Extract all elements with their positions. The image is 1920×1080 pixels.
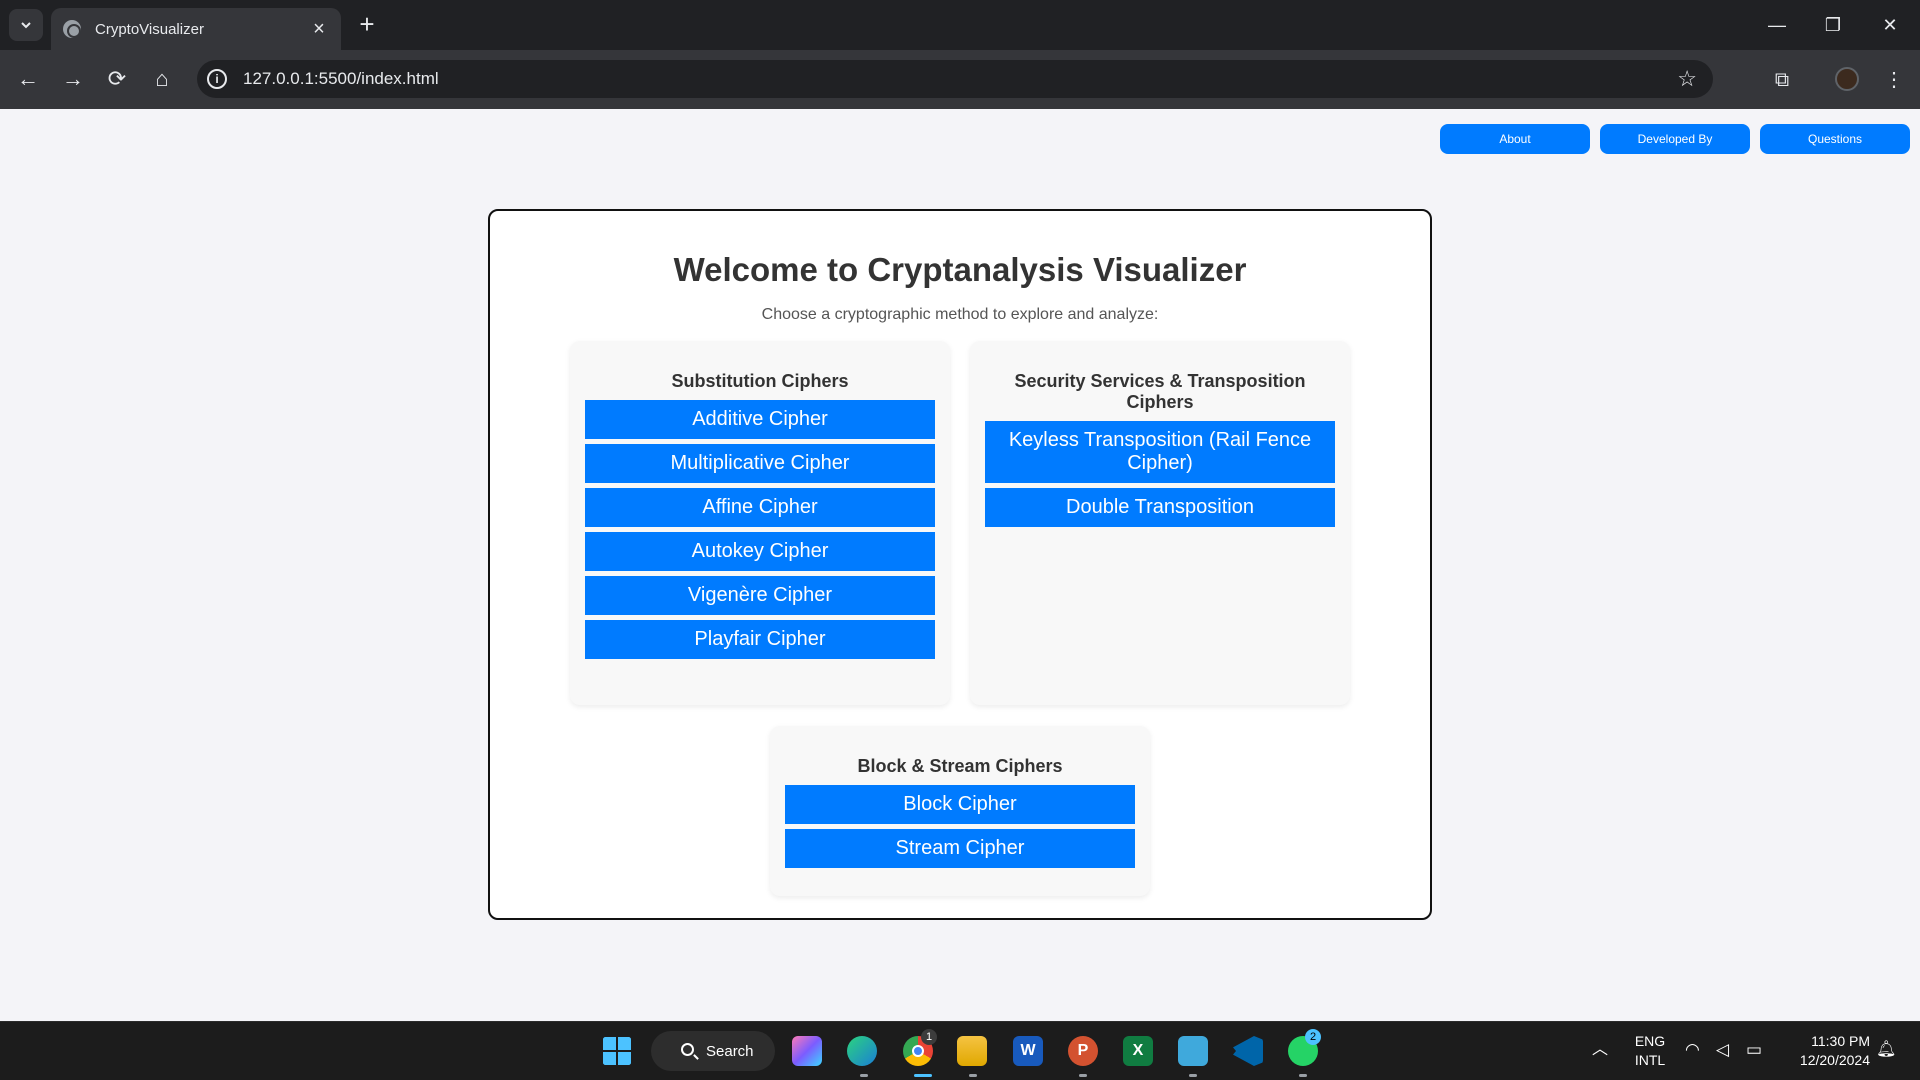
browser-tab[interactable]: CryptoVisualizer × — [51, 8, 341, 50]
whatsapp-badge: 2 — [1305, 1029, 1321, 1045]
chrome-badge: 1 — [921, 1029, 937, 1045]
edge-icon[interactable] — [847, 1036, 877, 1066]
double-transposition-button[interactable]: Double Transposition — [985, 488, 1335, 527]
chevron-down-icon — [21, 22, 31, 29]
back-icon[interactable]: ← — [12, 63, 44, 95]
autokey-cipher-button[interactable]: Autokey Cipher — [585, 532, 935, 571]
notepad-running-indicator — [1189, 1074, 1197, 1077]
globe-icon — [63, 20, 81, 38]
clock[interactable]: 11:30 PM 12/20/2024 — [1780, 1032, 1870, 1070]
powerpoint-icon[interactable]: P — [1068, 1036, 1098, 1066]
tab-search-button[interactable] — [9, 9, 43, 41]
home-icon[interactable]: ⌂ — [146, 63, 178, 95]
volume-icon[interactable]: ◁ — [1716, 1040, 1729, 1059]
chrome-active-indicator — [914, 1074, 932, 1077]
battery-icon[interactable]: ▭ — [1746, 1040, 1762, 1059]
menu-kebab-icon[interactable]: ⋮ — [1879, 65, 1909, 95]
page-subtitle: Choose a cryptographic method to explore… — [761, 306, 1159, 323]
developed-by-button[interactable]: Developed By — [1600, 124, 1750, 154]
whatsapp-running-indicator — [1299, 1074, 1307, 1077]
close-icon[interactable]: × — [309, 18, 329, 41]
about-button[interactable]: About — [1440, 124, 1590, 154]
new-tab-button[interactable]: + — [352, 10, 382, 40]
explorer-running-indicator — [969, 1074, 977, 1077]
multiplicative-cipher-button[interactable]: Multiplicative Cipher — [585, 444, 935, 483]
show-hidden-icons[interactable]: ︿ — [1592, 1040, 1608, 1059]
address-bar[interactable]: i 127.0.0.1:5500/index.html ☆ — [197, 60, 1713, 98]
taskbar: Search 1 W P X 2 ︿ ENG INTL ◠ ◁ ▭ 11:30 … — [0, 1021, 1920, 1080]
notification-bell-icon[interactable]: 🔔︎ — [1876, 1040, 1896, 1059]
window-close-button[interactable]: ✕ — [1870, 10, 1910, 40]
block-stream-ciphers-section: Block & Stream Ciphers Block Cipher Stre… — [770, 726, 1150, 896]
taskbar-search-label: Search — [706, 1042, 754, 1060]
section-title: Block & Stream Ciphers — [857, 756, 1063, 776]
restore-button[interactable]: ❐ — [1813, 10, 1853, 40]
minimize-button[interactable]: — — [1757, 10, 1797, 40]
top-navigation: About Developed By Questions — [1440, 124, 1910, 154]
notepad-icon[interactable] — [1178, 1036, 1208, 1066]
clock-time: 11:30 PM — [1811, 1033, 1870, 1049]
word-icon[interactable]: W — [1013, 1036, 1043, 1066]
additive-cipher-button[interactable]: Additive Cipher — [585, 400, 935, 439]
clock-date: 12/20/2024 — [1799, 1052, 1870, 1068]
browser-tabbar: CryptoVisualizer × + — ❐ ✕ — [0, 0, 1920, 50]
page-viewport: About Developed By Questions Welcome to … — [0, 109, 1920, 1021]
section-title: Substitution Ciphers — [671, 371, 849, 391]
substitution-ciphers-section: Substitution Ciphers Additive Cipher Mul… — [570, 341, 950, 705]
search-icon — [681, 1043, 694, 1056]
vigenere-cipher-button[interactable]: Vigenère Cipher — [585, 576, 935, 615]
vscode-icon[interactable] — [1233, 1036, 1263, 1066]
page-title: Welcome to Cryptanalysis Visualizer — [673, 251, 1247, 288]
section-title: Security Services & Transposition Cipher… — [1014, 371, 1306, 412]
excel-icon[interactable]: X — [1123, 1036, 1153, 1066]
bookmark-star-icon[interactable]: ☆ — [1677, 66, 1697, 92]
taskbar-search[interactable]: Search — [651, 1031, 775, 1071]
stream-cipher-button[interactable]: Stream Cipher — [785, 829, 1135, 868]
copilot-icon[interactable] — [792, 1036, 822, 1066]
transposition-ciphers-section: Security Services & Transposition Cipher… — [970, 341, 1350, 705]
powerpoint-running-indicator — [1079, 1074, 1087, 1077]
profile-avatar[interactable] — [1835, 67, 1859, 91]
wifi-icon[interactable]: ◠ — [1685, 1040, 1700, 1059]
language-code: ENG — [1634, 1033, 1666, 1049]
playfair-cipher-button[interactable]: Playfair Cipher — [585, 620, 935, 659]
url-text[interactable]: 127.0.0.1:5500/index.html — [243, 69, 1677, 89]
forward-icon[interactable]: → — [57, 63, 89, 95]
info-icon[interactable]: i — [207, 69, 227, 89]
edge-running-indicator — [860, 1074, 868, 1077]
reload-icon[interactable]: ⟳ — [101, 63, 133, 95]
tab-title: CryptoVisualizer — [95, 20, 204, 38]
rail-fence-cipher-button[interactable]: Keyless Transposition (Rail Fence Cipher… — [985, 421, 1335, 483]
block-cipher-button[interactable]: Block Cipher — [785, 785, 1135, 824]
browser-toolbar: ← → ⟳ ⌂ i 127.0.0.1:5500/index.html ☆ ⧉ — [0, 50, 1920, 109]
language-indicator[interactable]: ENG INTL — [1630, 1032, 1670, 1070]
questions-button[interactable]: Questions — [1760, 124, 1910, 154]
main-card: Welcome to Cryptanalysis Visualizer Choo… — [488, 209, 1432, 920]
keyboard-layout: INTL — [1634, 1052, 1666, 1068]
extensions-icon[interactable]: ⧉ — [1767, 65, 1797, 95]
file-explorer-icon[interactable] — [957, 1036, 987, 1066]
windows-start-icon[interactable] — [602, 1036, 632, 1066]
affine-cipher-button[interactable]: Affine Cipher — [585, 488, 935, 527]
